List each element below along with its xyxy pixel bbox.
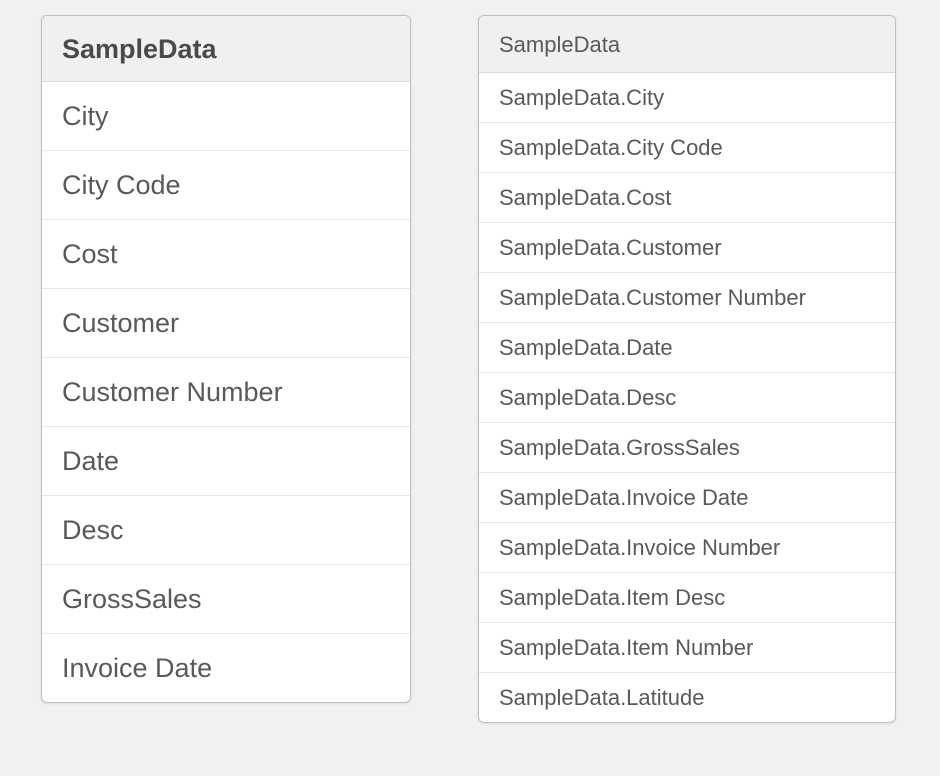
field-panel-left: SampleData City City Code Cost Customer … [41,15,411,703]
field-item[interactable]: Customer [42,289,410,358]
panel-header-right: SampleData [479,16,895,73]
panel-header-left: SampleData [42,16,410,82]
field-item[interactable]: Date [42,427,410,496]
field-item[interactable]: SampleData.City [479,73,895,123]
field-item[interactable]: SampleData.Date [479,323,895,373]
field-list-right: SampleData.City SampleData.City Code Sam… [479,73,895,722]
field-item[interactable]: Cost [42,220,410,289]
field-item[interactable]: SampleData.Invoice Date [479,473,895,523]
field-panel-right: SampleData SampleData.City SampleData.Ci… [478,15,896,723]
field-list-left: City City Code Cost Customer Customer Nu… [42,82,410,702]
field-item[interactable]: SampleData.Latitude [479,673,895,722]
field-item[interactable]: Desc [42,496,410,565]
field-item[interactable]: SampleData.City Code [479,123,895,173]
field-item[interactable]: SampleData.Item Desc [479,573,895,623]
field-item[interactable]: SampleData.GrossSales [479,423,895,473]
field-item[interactable]: Invoice Date [42,634,410,702]
field-item[interactable]: GrossSales [42,565,410,634]
field-item[interactable]: City [42,82,410,151]
field-item[interactable]: SampleData.Desc [479,373,895,423]
field-item[interactable]: SampleData.Invoice Number [479,523,895,573]
field-item[interactable]: SampleData.Item Number [479,623,895,673]
field-item[interactable]: SampleData.Customer Number [479,273,895,323]
field-item[interactable]: SampleData.Customer [479,223,895,273]
field-item[interactable]: City Code [42,151,410,220]
field-item[interactable]: SampleData.Cost [479,173,895,223]
field-item[interactable]: Customer Number [42,358,410,427]
